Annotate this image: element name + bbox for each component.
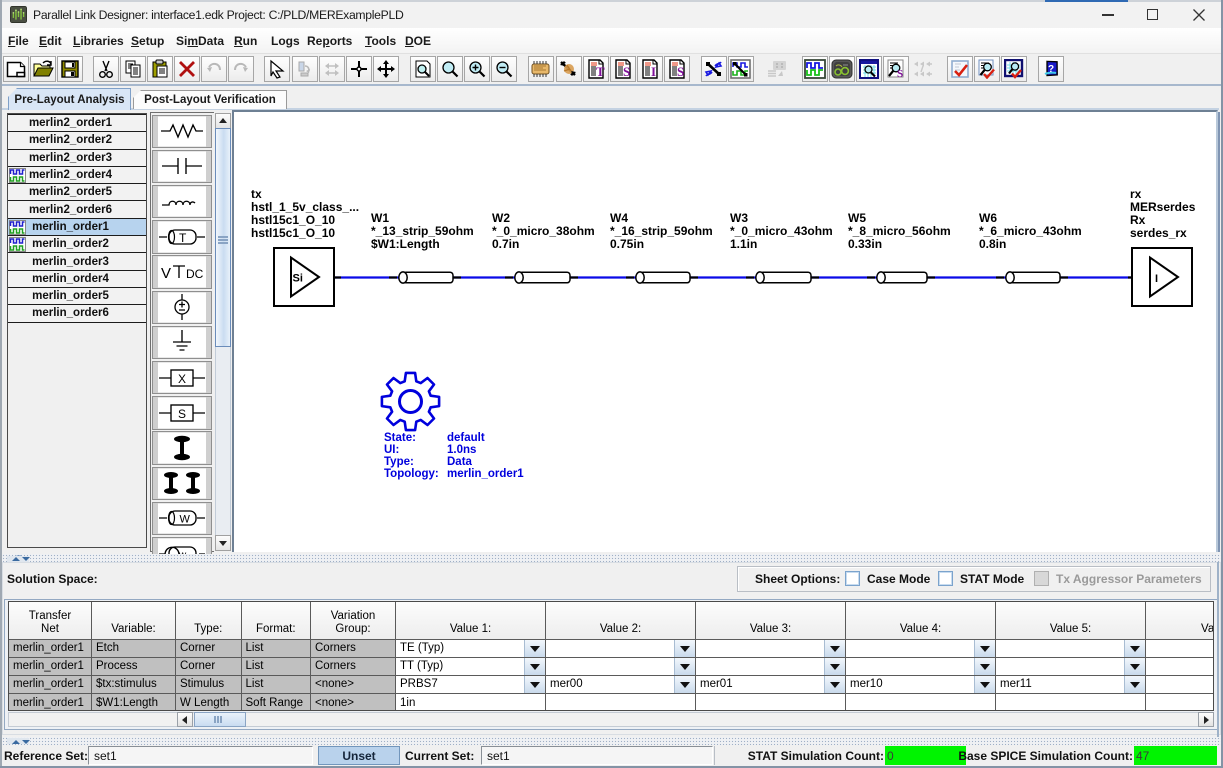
svg-text:I: I <box>1155 273 1158 285</box>
svg-text:tx: tx <box>251 187 262 201</box>
svg-text:$W1:Length: $W1:Length <box>371 237 440 251</box>
svg-text:0.33in: 0.33in <box>848 237 882 251</box>
svg-text:Si: Si <box>293 273 303 285</box>
svg-text:I: I <box>651 64 656 79</box>
svg-text:T: T <box>596 64 605 79</box>
svg-text:rx: rx <box>1130 187 1142 201</box>
svg-text:serdes_rx: serdes_rx <box>1130 226 1187 240</box>
svg-text:0.8in: 0.8in <box>979 237 1006 251</box>
svg-text:S: S <box>178 407 186 421</box>
svg-text:?: ? <box>1048 64 1054 75</box>
svg-text:T: T <box>179 231 187 245</box>
svg-text:X: X <box>178 372 186 386</box>
svg-text:hstl_1_5v_class_...: hstl_1_5v_class_... <box>251 200 359 214</box>
svg-text:S: S <box>677 64 684 79</box>
svg-text:State:: State: <box>384 432 416 444</box>
svg-text:MERserdes: MERserdes <box>1130 200 1196 214</box>
svg-text:*_8_micro_56ohm: *_8_micro_56ohm <box>848 224 951 238</box>
svg-text:W6: W6 <box>979 211 997 225</box>
svg-text:*_16_strip_59ohm: *_16_strip_59ohm <box>610 224 713 238</box>
svg-text:Topology:: Topology: <box>384 468 439 480</box>
svg-text:S: S <box>623 64 630 79</box>
svg-text:hstl15c1_O_10: hstl15c1_O_10 <box>251 213 335 227</box>
svg-text:W3: W3 <box>730 211 748 225</box>
svg-text:*_6_micro_43ohm: *_6_micro_43ohm <box>979 224 1082 238</box>
svg-text:0.75in: 0.75in <box>610 237 644 251</box>
svg-text:1.0ns: 1.0ns <box>447 444 476 456</box>
svg-text:merlin_order1: merlin_order1 <box>447 468 524 480</box>
svg-text:S: S <box>897 68 903 79</box>
svg-text:Data: Data <box>447 456 473 468</box>
svg-text:W5: W5 <box>848 211 866 225</box>
svg-text:W4: W4 <box>610 211 628 225</box>
svg-text:*_0_micro_43ohm: *_0_micro_43ohm <box>730 224 833 238</box>
svg-text:hstl15c1_O_10: hstl15c1_O_10 <box>251 226 335 240</box>
svg-text:V: V <box>161 265 171 282</box>
svg-text:1.1in: 1.1in <box>730 237 757 251</box>
svg-text:*_13_strip_59ohm: *_13_strip_59ohm <box>371 224 474 238</box>
svg-text:Rx: Rx <box>1130 213 1146 227</box>
svg-text:W2: W2 <box>492 211 510 225</box>
svg-text:0.7in: 0.7in <box>492 237 519 251</box>
svg-text:*_0_micro_38ohm: *_0_micro_38ohm <box>492 224 595 238</box>
svg-text:DC: DC <box>186 267 204 281</box>
svg-text:default: default <box>447 432 485 444</box>
svg-text:W1: W1 <box>371 211 389 225</box>
svg-text:UI:: UI: <box>384 444 399 456</box>
svg-text:W: W <box>180 514 191 526</box>
svg-text:Type:: Type: <box>384 456 414 468</box>
